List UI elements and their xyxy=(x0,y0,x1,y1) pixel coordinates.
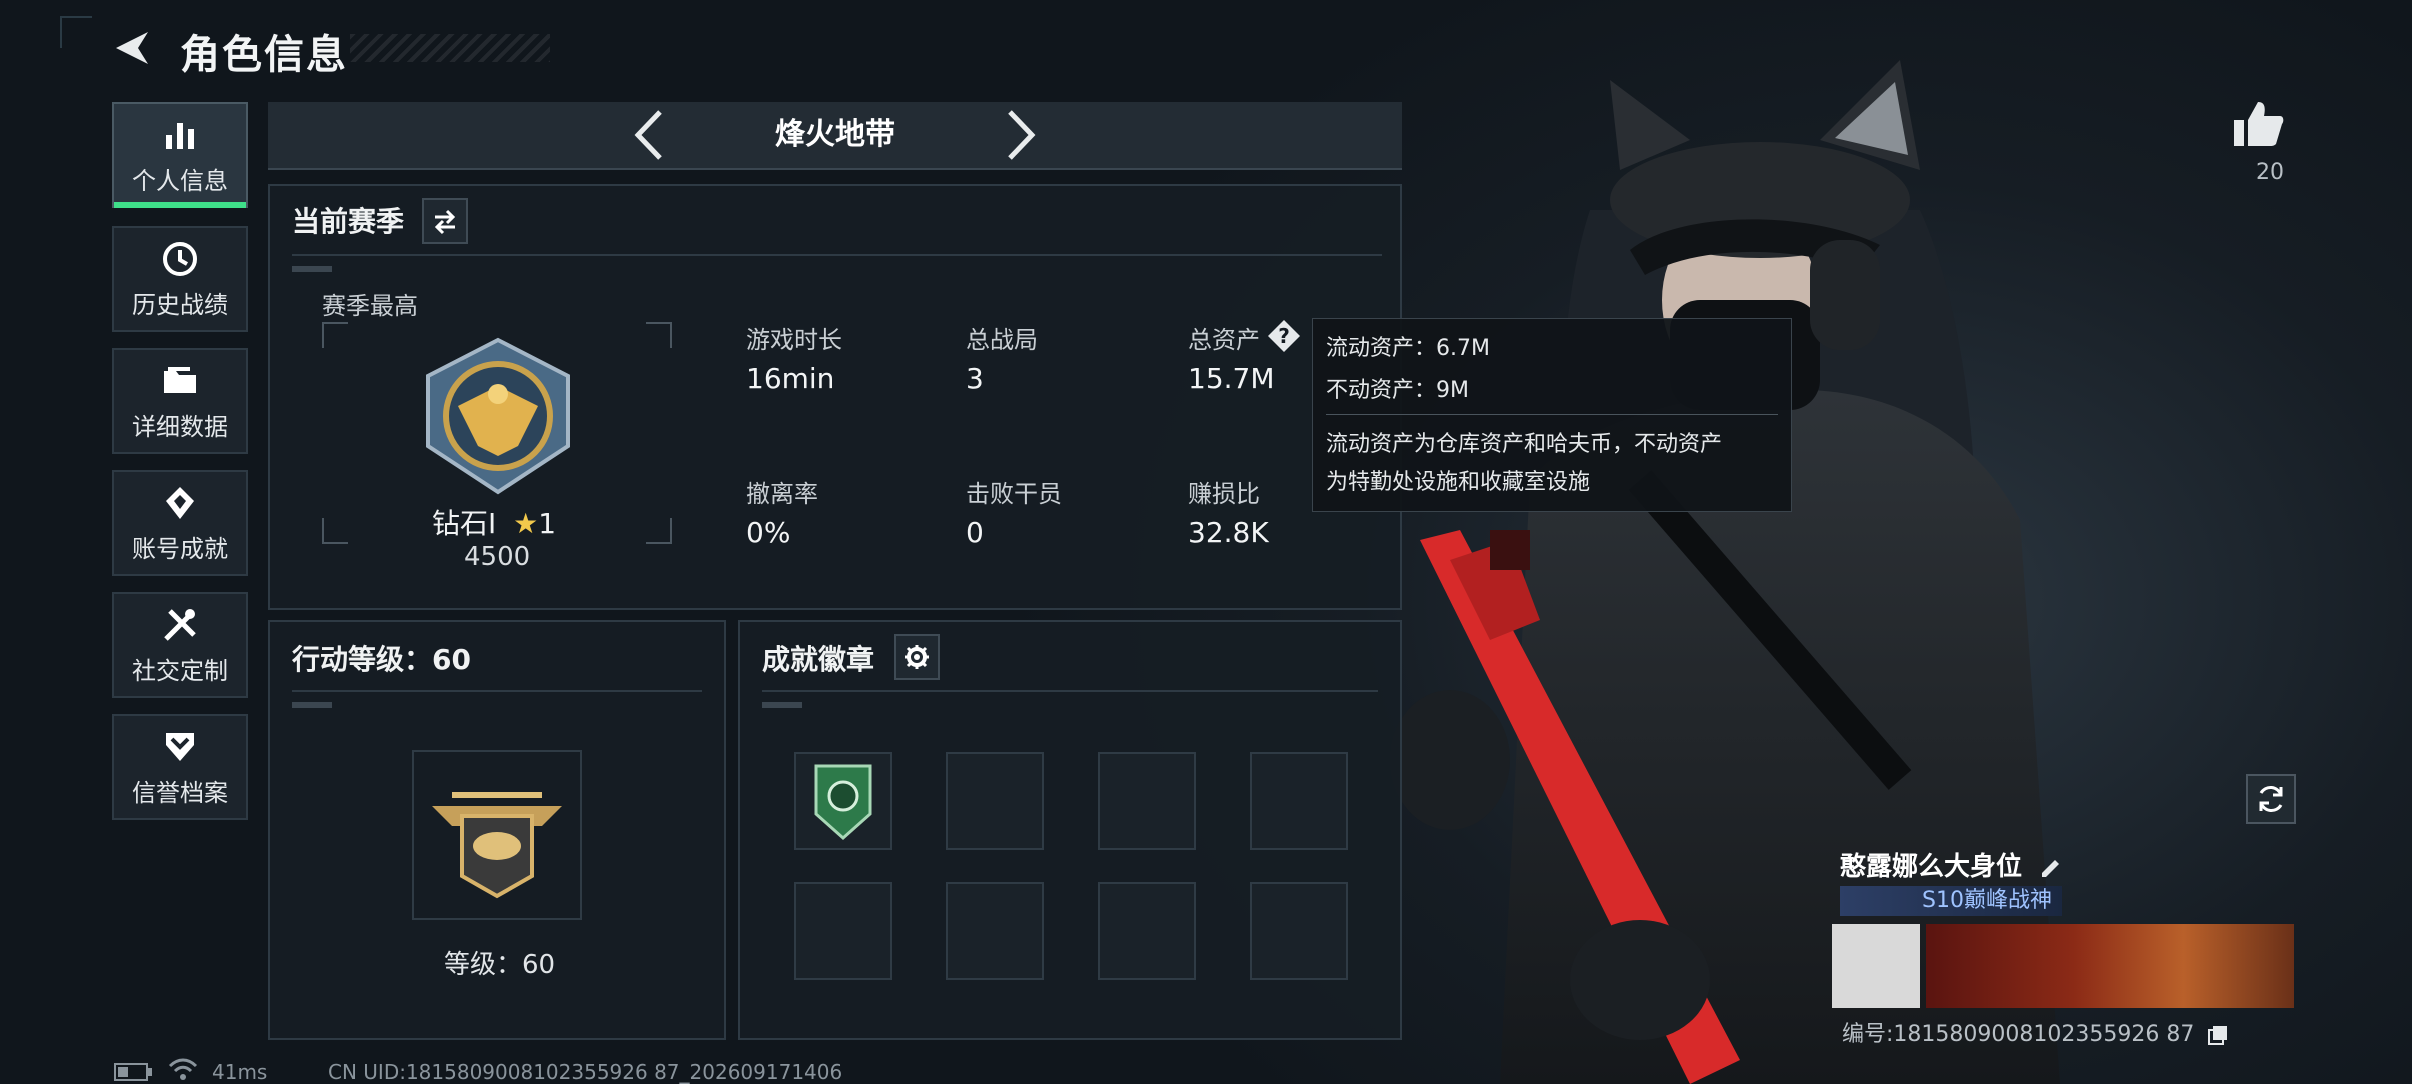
tooltip-desc-line2: 为特勤处设施和收藏室设施 xyxy=(1326,470,1591,495)
sidebar-item-label: 社交定制 xyxy=(132,656,228,685)
tooltip-desc-line1: 流动资产为仓库资产和哈夫币，不动资产 xyxy=(1326,432,1723,457)
wifi-icon xyxy=(168,1058,198,1080)
panel-tick xyxy=(762,702,802,708)
thumbs-up-icon[interactable] xyxy=(2230,96,2286,152)
sidebar-item-achievements[interactable]: 账号成就 xyxy=(112,470,248,576)
achievement-panel-title: 成就徽章 xyxy=(762,643,875,676)
panel-tick xyxy=(292,702,332,708)
badge-slot[interactable] xyxy=(1098,882,1196,980)
stat-value-extract-rate: 0% xyxy=(746,516,791,549)
badge-settings-button[interactable] xyxy=(894,634,940,680)
sidebar-item-detailed-data[interactable]: 详细数据 xyxy=(112,348,248,454)
tools-icon xyxy=(164,608,196,641)
rank-score: 4500 xyxy=(464,542,531,572)
tooltip-divider xyxy=(1326,414,1778,415)
stat-value-total-matches: 3 xyxy=(966,362,984,395)
badge-slot[interactable] xyxy=(1250,882,1348,980)
badge-slot[interactable] xyxy=(1250,752,1348,850)
refresh-button[interactable] xyxy=(2246,774,2296,824)
svg-text:?: ? xyxy=(1278,324,1290,348)
level-panel-title: 行动等级：60 xyxy=(292,643,471,676)
stat-value-profit-ratio: 32.8K xyxy=(1188,516,1269,549)
panel-divider xyxy=(762,690,1378,692)
star-icon: ★ xyxy=(513,507,539,540)
badge-slot[interactable] xyxy=(794,882,892,980)
swap-arrows-icon xyxy=(434,209,456,235)
uid-text: CN UID:1815809008102355926 87_2026091714… xyxy=(328,1060,843,1084)
stat-label-total-matches: 总战局 xyxy=(966,326,1038,354)
sidebar-item-label: 历史战绩 xyxy=(132,290,228,319)
stat-label-total-assets: 总资产 xyxy=(1188,326,1260,354)
rank-emblem-icon xyxy=(426,337,570,495)
bar-chart-icon xyxy=(166,122,194,149)
help-icon[interactable]: ? xyxy=(1266,318,1302,354)
sidebar-item-label: 账号成就 xyxy=(132,534,228,563)
page-title: 角色信息 xyxy=(180,32,348,78)
chevron-right-icon[interactable] xyxy=(1004,108,1040,162)
sidebar-item-social-custom[interactable]: 社交定制 xyxy=(112,592,248,698)
tooltip-fixed-assets: 不动资产：9M xyxy=(1326,378,1469,403)
player-avatar[interactable] xyxy=(1832,924,1920,1008)
badge-slot[interactable] xyxy=(946,752,1044,850)
refresh-icon xyxy=(2259,786,2283,812)
mode-title: 烽火地带 xyxy=(775,117,895,152)
title-hatch-decoration xyxy=(350,34,550,62)
battery-icon xyxy=(114,1063,152,1081)
gear-icon xyxy=(905,645,929,669)
rank-name: 钻石Ⅰ xyxy=(432,507,497,540)
green-shield-badge-icon xyxy=(814,764,872,841)
sidebar-item-label: 详细数据 xyxy=(132,412,228,441)
rank-title: 钻石Ⅰ ★1 xyxy=(432,502,556,542)
switch-season-button[interactable] xyxy=(422,198,468,244)
tooltip-liquid-assets: 流动资产：6.7M xyxy=(1326,336,1490,361)
sidebar-item-reputation[interactable]: 信誉档案 xyxy=(112,714,248,820)
shield-chevron-icon xyxy=(166,732,194,761)
badge-slot[interactable] xyxy=(946,882,1044,980)
folder-icon xyxy=(164,366,196,393)
player-title-text: S10巅峰战神 xyxy=(1922,888,2052,913)
stat-label-playtime: 游戏时长 xyxy=(746,326,842,354)
stat-value-playtime: 16min xyxy=(746,362,835,395)
player-id-text: 编号:1815809008102355926 87 xyxy=(1842,1022,2195,1047)
ping-text: 41ms xyxy=(212,1060,268,1084)
stat-value-kills: 0 xyxy=(966,516,984,549)
edit-pencil-icon[interactable] xyxy=(2039,856,2063,880)
clock-icon xyxy=(163,241,197,276)
player-card-image xyxy=(1926,924,2294,1008)
medal-icon xyxy=(166,486,194,519)
stat-label-profit-ratio: 赚损比 xyxy=(1188,480,1260,508)
rank-stars: 1 xyxy=(538,507,557,540)
sidebar-item-personal-info[interactable]: 个人信息 xyxy=(112,102,248,208)
helicopter-emblem-icon xyxy=(432,792,562,899)
sidebar-item-label: 信誉档案 xyxy=(132,778,228,807)
like-count: 20 xyxy=(2256,160,2284,185)
back-arrow-icon[interactable] xyxy=(112,28,152,68)
sidebar-item-label: 个人信息 xyxy=(132,166,228,195)
badge-slot[interactable] xyxy=(1098,752,1196,850)
sidebar-item-match-history[interactable]: 历史战绩 xyxy=(112,226,248,332)
corner-decoration xyxy=(60,16,92,48)
stat-label-extract-rate: 撤离率 xyxy=(746,480,818,508)
season-panel-title: 当前赛季 xyxy=(292,205,405,238)
player-id: 编号:1815809008102355926 87 xyxy=(1842,1016,2229,1048)
season-best-label: 赛季最高 xyxy=(322,292,418,320)
stat-label-kills: 击败干员 xyxy=(966,480,1062,508)
player-name-text: 憨露娜么大身位 xyxy=(1840,852,2023,882)
panel-divider xyxy=(292,690,702,692)
stat-value-total-assets: 15.7M xyxy=(1188,362,1275,395)
level-caption: 等级：60 xyxy=(444,950,556,980)
panel-divider xyxy=(292,254,1382,256)
player-name: 憨露娜么大身位 xyxy=(1840,846,2063,883)
copy-icon[interactable] xyxy=(2207,1024,2229,1046)
panel-tick xyxy=(292,266,332,272)
